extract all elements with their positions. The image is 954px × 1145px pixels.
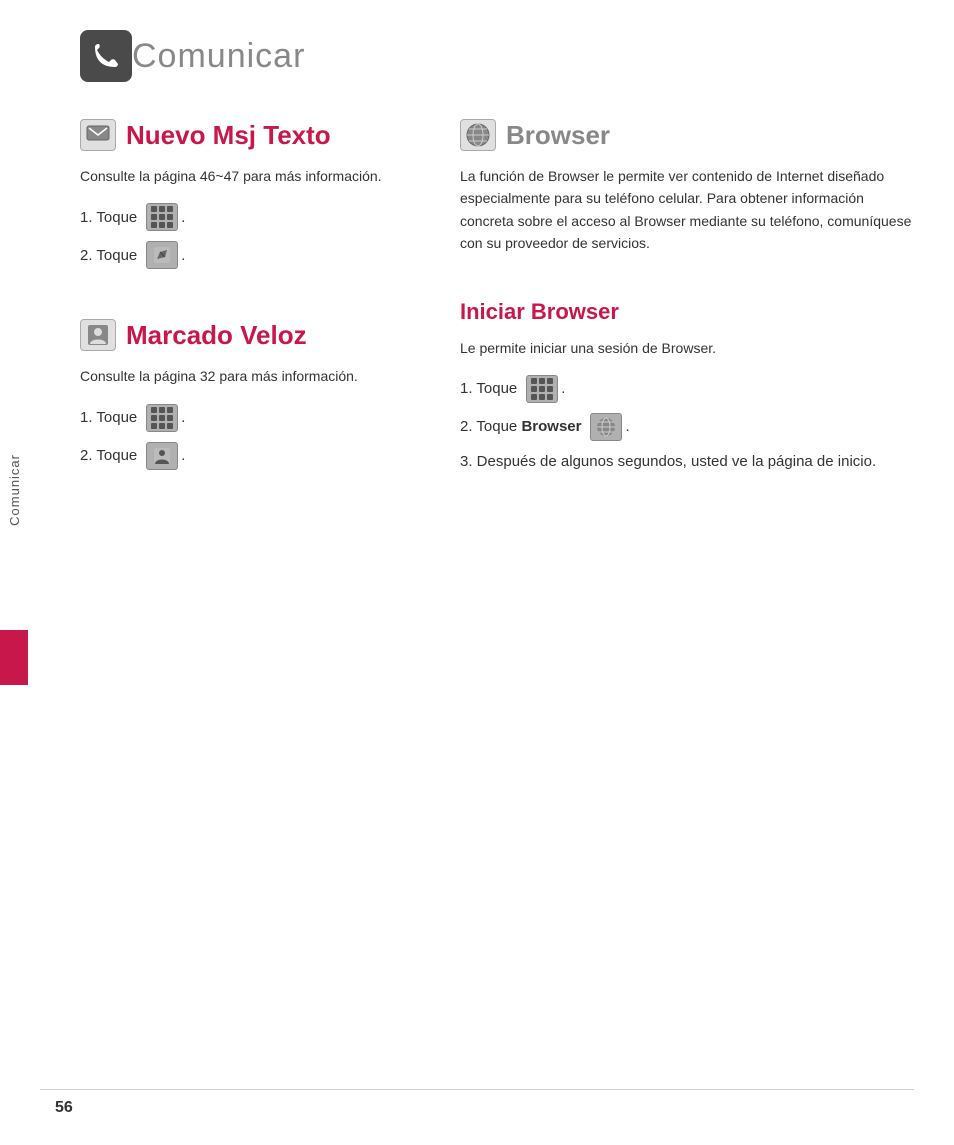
marcado-veloz-steps: 1. Toque . 2. Toque [80,404,420,470]
header: Comunicar [80,30,914,82]
iniciar-browser-title: Iniciar Browser [460,299,914,325]
person-svg-icon [153,447,171,465]
step-item: 1. Toque . [460,375,914,403]
sidebar-label-text: Comunicar [7,454,22,526]
iniciar-browser-desc: Le permite iniciar una sesión de Browser… [460,337,914,359]
step-3-text: 3. Después de algunos segundos, usted ve… [460,451,876,474]
marcado-veloz-desc: Consulte la página 32 para más informaci… [80,365,420,387]
main-content: Comunicar [40,0,954,533]
step-period: . [181,209,185,226]
pencil-svg-icon [153,246,171,264]
marcado-veloz-heading: Marcado Veloz [80,317,420,353]
step-item: 2. Toque Browser . [460,413,914,441]
browser-body: La función de Browser le permite ver con… [460,165,914,255]
browser-heading: Browser [460,117,914,153]
step-number: 1. Toque [80,409,137,426]
dot-grid [151,407,173,429]
pencil-icon [146,241,178,269]
browser-icon-box [460,119,496,151]
step-item: 1. Toque . [80,404,420,432]
bottom-divider [40,1089,914,1090]
step-period: . [561,380,565,397]
page-number: 56 [55,1099,73,1117]
page-title: Comunicar [132,37,305,76]
step-number: 2. Toque [80,247,137,264]
marcado-veloz-title: Marcado Veloz [126,320,307,351]
section-divider [80,289,420,317]
browser-small-icon [590,413,622,441]
nuevo-msj-texto-title: Nuevo Msj Texto [126,120,331,151]
menu-grid-icon-3 [526,375,558,403]
page-wrapper: Comunicar Comunicar [0,0,954,1145]
step-item: 1. Toque . [80,203,420,231]
dot-grid [151,206,173,228]
menu-grid-icon-1 [146,203,178,231]
step-number: 2. Toque [80,447,137,464]
step-period: . [625,418,629,435]
step-item: 2. Toque . [80,442,420,470]
step-period: . [181,447,185,464]
contact-icon-box [80,319,116,351]
sidebar-label: Comunicar [0,350,28,630]
phone-icon [90,40,122,72]
left-column: Nuevo Msj Texto Consulte la página 46~47… [80,117,420,493]
browser-globe-icon [465,122,491,148]
step-item: 2. Toque . [80,241,420,269]
nuevo-msj-texto-heading: Nuevo Msj Texto [80,117,420,153]
section-nuevo-msj-texto: Nuevo Msj Texto Consulte la página 46~47… [80,117,420,269]
contact-section-icon [80,317,116,353]
section-divider-2 [460,271,914,299]
browser-section-icon [460,117,496,153]
dot-grid [531,378,553,400]
step-period: . [181,409,185,426]
message-icon [86,125,110,145]
step-number: 1. Toque [460,380,517,397]
sidebar-bar [0,630,28,685]
section-marcado-veloz: Marcado Veloz Consulte la página 32 para… [80,317,420,469]
header-icon [80,30,132,82]
message-icon-box [80,119,116,151]
step-item: 3. Después de algunos segundos, usted ve… [460,451,914,474]
iniciar-browser-steps: 1. Toque . 2. Toque Brows [460,375,914,474]
section-iniciar-browser: Iniciar Browser Le permite iniciar una s… [460,299,914,474]
person-icon [146,442,178,470]
step-period: . [181,247,185,264]
right-column: Browser La función de Browser le permite… [460,117,914,493]
step-text-browser: 2. Toque Browser [460,418,581,435]
nuevo-msj-texto-steps: 1. Toque . 2. Toque [80,203,420,269]
section-browser: Browser La función de Browser le permite… [460,117,914,255]
nuevo-msj-texto-desc: Consulte la página 46~47 para más inform… [80,165,420,187]
step-number: 1. Toque [80,209,137,226]
browser-title: Browser [506,120,610,151]
two-column-layout: Nuevo Msj Texto Consulte la página 46~47… [80,117,914,493]
browser-small-svg-icon [595,416,617,438]
message-section-icon [80,117,116,153]
menu-grid-icon-2 [146,404,178,432]
contact-icon [87,324,109,346]
